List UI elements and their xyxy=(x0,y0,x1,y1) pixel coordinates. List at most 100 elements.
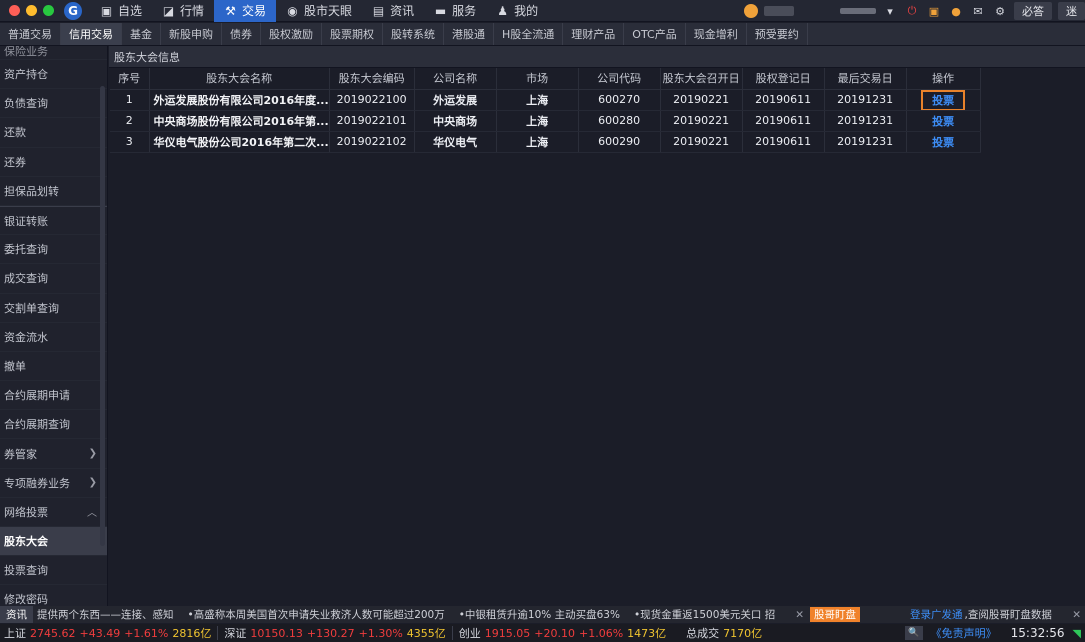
topnav-watchlist[interactable]: ▣ 自选 xyxy=(90,0,152,22)
table-row[interactable]: 2 中央商场股份有限公司2016年第... 2019022101 中央商场 上海… xyxy=(110,110,981,132)
table-row[interactable]: 1 外运发展股份有限公司2016年度... 2019022100 外运发展 上海… xyxy=(110,89,981,111)
topnav-service[interactable]: ▬ 服务 xyxy=(424,0,486,22)
close-window-button[interactable] xyxy=(9,5,20,16)
sidebar-item-bank-transfer[interactable]: 银证转账 xyxy=(0,205,107,236)
topnav-quotes[interactable]: ◪ 行情 xyxy=(152,0,214,22)
divider xyxy=(451,626,453,640)
tab-h-share[interactable]: H股全流通 xyxy=(494,23,564,45)
vote-button[interactable]: 投票 xyxy=(923,113,963,130)
sidebar-item-special-lending[interactable]: 专项融券业务 ❯ xyxy=(0,469,107,498)
topnav-trade[interactable]: ⚒ 交易 xyxy=(214,0,277,22)
sidebar-item-settlement-query[interactable]: 交割单查询 xyxy=(0,294,107,323)
meeting-date: 20190221 xyxy=(660,89,743,111)
topnav-news[interactable]: ▤ 资讯 xyxy=(362,0,424,22)
sidebar-item-return-stock[interactable]: 还券 xyxy=(0,148,107,177)
sidebar-item-cancel-order[interactable]: 撤单 xyxy=(0,352,107,382)
index-sh[interactable]: 上证 2745.62 +43.49 +1.61% 2816亿 xyxy=(0,625,215,641)
action-cell: 投票 xyxy=(906,131,981,153)
bida-button[interactable]: 必答 xyxy=(1014,2,1052,20)
tab-equity-incentive[interactable]: 股权激励 xyxy=(261,23,322,45)
sidebar-scrollbar[interactable] xyxy=(100,86,105,546)
sidebar-item-partial[interactable]: 保险业务 xyxy=(0,46,107,60)
index-cy[interactable]: 创业 1915.05 +20.10 +1.06% 1473亿 xyxy=(455,625,670,641)
col-header[interactable]: 股东大会编码 xyxy=(329,68,415,90)
tab-wealth-products[interactable]: 理财产品 xyxy=(563,23,625,45)
clock: 15:32:56 xyxy=(1010,626,1065,640)
col-header[interactable]: 序号 xyxy=(110,68,150,90)
settings-icon[interactable]: ⚙ xyxy=(992,5,1008,18)
ticker-news-item[interactable]: •现货金重返1500美元关口 招 xyxy=(634,607,775,622)
mi-button[interactable]: 迷 xyxy=(1058,2,1085,20)
vote-button[interactable]: 投票 xyxy=(923,134,963,151)
tab-fund[interactable]: 基金 xyxy=(122,23,161,45)
meeting-table: 序号 股东大会名称 股东大会编码 公司名称 市场 公司代码 股东大会召开日 股权… xyxy=(110,68,981,153)
sidebar-item-change-password[interactable]: 修改密码 xyxy=(0,585,107,606)
gavel-icon: ⚒ xyxy=(225,3,236,18)
col-header[interactable]: 公司代码 xyxy=(578,68,661,90)
sidebar-item-extension-query[interactable]: 合约展期查询 xyxy=(0,410,107,440)
meeting-code: 2019022101 xyxy=(329,110,415,132)
col-header[interactable]: 公司名称 xyxy=(414,68,497,90)
sidebar: 保险业务 资产持仓 负债查询 还款 还券 担保品划转 银证转账 委托查询 成交查… xyxy=(0,46,108,606)
avatar[interactable] xyxy=(744,4,758,18)
maximize-window-button[interactable] xyxy=(43,5,54,16)
login-link[interactable]: 登录广发通 xyxy=(910,607,963,622)
topnav-mine[interactable]: ♟ 我的 xyxy=(486,0,548,22)
col-header[interactable]: 股东大会召开日 xyxy=(660,68,743,90)
record-date: 20190611 xyxy=(742,89,825,111)
ticker-news-item[interactable]: •高盛称本周美国首次申请失业救济人数可能超过200万 xyxy=(188,607,445,622)
tab-bond[interactable]: 债券 xyxy=(222,23,261,45)
tab-tender-offer[interactable]: 预受要约 xyxy=(747,23,808,45)
topnav-skyeye[interactable]: ◉ 股市天眼 xyxy=(276,0,362,22)
sidebar-item-collateral-transfer[interactable]: 担保品划转 xyxy=(0,177,107,206)
col-header[interactable]: 股东大会名称 xyxy=(149,68,330,90)
tab-stock-options[interactable]: 股票期权 xyxy=(322,23,383,45)
app-logo-icon: G xyxy=(64,1,82,20)
ticker-label[interactable]: 资讯 xyxy=(0,606,33,623)
col-header[interactable]: 操作 xyxy=(906,68,981,90)
meeting-name: 外运发展股份有限公司2016年度... xyxy=(149,89,330,111)
sidebar-item-cash-flow[interactable]: 资金流水 xyxy=(0,323,107,352)
sidebar-item-order-query[interactable]: 委托查询 xyxy=(0,235,107,265)
sidebar-item-stock-manager[interactable]: 券管家 ❯ xyxy=(0,439,107,469)
ticker-news-item[interactable]: •中银租赁升逾10% 主动买盘63% xyxy=(459,607,620,622)
sidebar-item-shareholder-meeting[interactable]: 股东大会 xyxy=(0,527,107,557)
vote-button[interactable]: 投票 xyxy=(921,89,966,109)
search-icon[interactable]: 🔍 xyxy=(904,626,923,640)
minimize-window-button[interactable] xyxy=(26,5,37,16)
company-code: 600280 xyxy=(578,110,661,132)
main-panel: 股东大会信息 序号 股东大会名称 股东大会编码 公司名称 市场 公司代码 股东大… xyxy=(109,46,1085,606)
sidebar-item-holdings[interactable]: 资产持仓 xyxy=(0,60,107,90)
sidebar-item-repay[interactable]: 还款 xyxy=(0,118,107,148)
dropdown-arrow-icon[interactable]: ▾ xyxy=(882,5,898,18)
newspaper-icon: ▤ xyxy=(372,3,385,18)
close-icon[interactable]: ✕ xyxy=(1072,609,1081,621)
tab-normal-trade[interactable]: 普通交易 xyxy=(0,23,61,45)
close-icon[interactable]: ✕ xyxy=(795,609,804,621)
col-header[interactable]: 市场 xyxy=(496,68,579,90)
sidebar-item-extension-apply[interactable]: 合约展期申请 xyxy=(0,381,107,411)
power-icon[interactable]: ⏻ xyxy=(904,4,920,18)
tab-otc[interactable]: OTC产品 xyxy=(624,23,686,45)
ticker-news-item[interactable]: 提供两个东西——连接、感知 xyxy=(37,607,174,622)
tab-credit-trade[interactable]: 信用交易 xyxy=(61,23,122,45)
lock-icon[interactable]: ▣ xyxy=(926,5,942,18)
tab-hk-connect[interactable]: 港股通 xyxy=(444,23,494,45)
market: 上海 xyxy=(496,131,579,153)
mail-icon[interactable]: ✉ xyxy=(970,5,986,18)
sidebar-item-deal-query[interactable]: 成交查询 xyxy=(0,264,107,294)
sidebar-item-online-voting[interactable]: 网络投票 ︿ xyxy=(0,498,107,527)
table-row[interactable]: 3 华仪电气股份公司2016年第二次... 2019022102 华仪电气 上海… xyxy=(110,131,981,153)
col-header[interactable]: 最后交易日 xyxy=(824,68,907,90)
badge-icon[interactable]: ● xyxy=(948,5,964,18)
sidebar-item-vote-query[interactable]: 投票查询 xyxy=(0,556,107,586)
col-header[interactable]: 股权登记日 xyxy=(742,68,825,90)
tab-ipo[interactable]: 新股申购 xyxy=(161,23,222,45)
tab-cash-plus[interactable]: 现金增利 xyxy=(686,23,747,45)
index-sz[interactable]: 深证 10150.13 +130.27 +1.30% 4355亿 xyxy=(220,625,449,641)
stock-watch-tag[interactable]: 股哥盯盘 xyxy=(810,607,861,622)
disclaimer-link[interactable]: 《免责声明》 xyxy=(931,625,997,641)
sidebar-item-debt-query[interactable]: 负债查询 xyxy=(0,89,107,119)
tab-neeq[interactable]: 股转系统 xyxy=(383,23,444,45)
last-trade-date: 20191231 xyxy=(824,110,907,132)
